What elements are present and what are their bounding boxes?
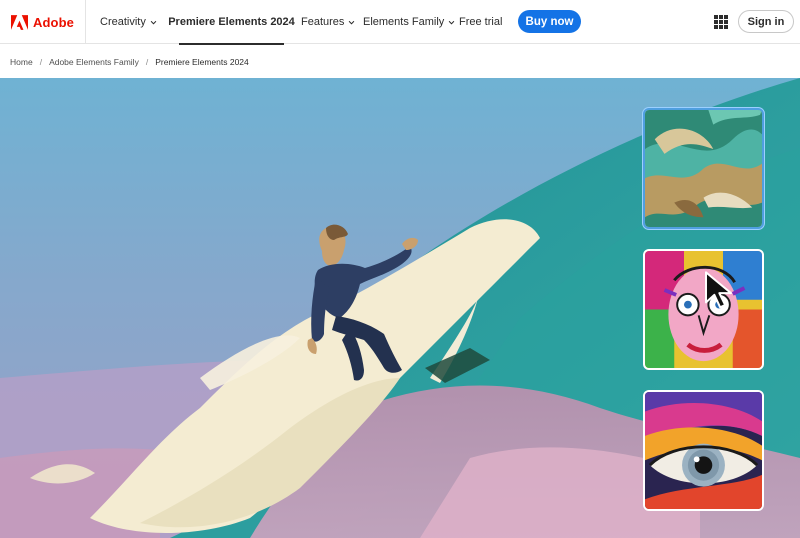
nav-creativity-label: Creativity [100,16,146,28]
adobe-home-link[interactable]: Adobe [0,0,86,44]
breadcrumb-home[interactable]: Home [10,57,33,67]
hero-section [0,78,800,538]
breadcrumb-separator: / [39,57,43,67]
chevron-down-icon [150,20,157,24]
style-thumbnail-colorful-eye[interactable] [643,390,764,511]
nav-elements-family-label: Elements Family [363,16,445,28]
breadcrumb-current: Premiere Elements 2024 [155,57,249,67]
chevron-down-icon [448,20,455,24]
nav-features[interactable]: Features [301,0,355,44]
sign-in-button[interactable]: Sign in [738,10,794,33]
nav-elements-family[interactable]: Elements Family [363,0,455,44]
colorful-eye-image [645,392,762,509]
nav-free-trial[interactable]: Free trial [459,0,502,44]
adobe-logo-icon [11,14,28,30]
nav-premiere-elements-label: Premiere Elements 2024 [168,16,295,28]
breadcrumb-elements-family[interactable]: Adobe Elements Family [49,57,139,67]
app-grid-icon[interactable] [714,15,728,29]
style-thumbnail-green-swirl[interactable] [643,108,764,229]
nav-creativity[interactable]: Creativity [100,0,157,44]
chevron-down-icon [349,20,355,24]
nav-free-trial-label: Free trial [459,16,503,28]
global-nav: Adobe Creativity Premiere Elements 2024 … [0,0,800,45]
buy-now-button[interactable]: Buy now [518,10,581,33]
nav-premiere-elements[interactable]: Premiere Elements 2024 [168,0,295,45]
breadcrumb: Home / Adobe Elements Family / Premiere … [10,56,249,68]
mouse-pointer-icon [705,271,732,309]
brand-name: Adobe [33,14,74,30]
swirl-painting-image [645,110,762,227]
style-thumbnail-pop-art[interactable] [643,249,764,370]
breadcrumb-separator: / [145,57,149,67]
nav-features-label: Features [301,16,345,28]
